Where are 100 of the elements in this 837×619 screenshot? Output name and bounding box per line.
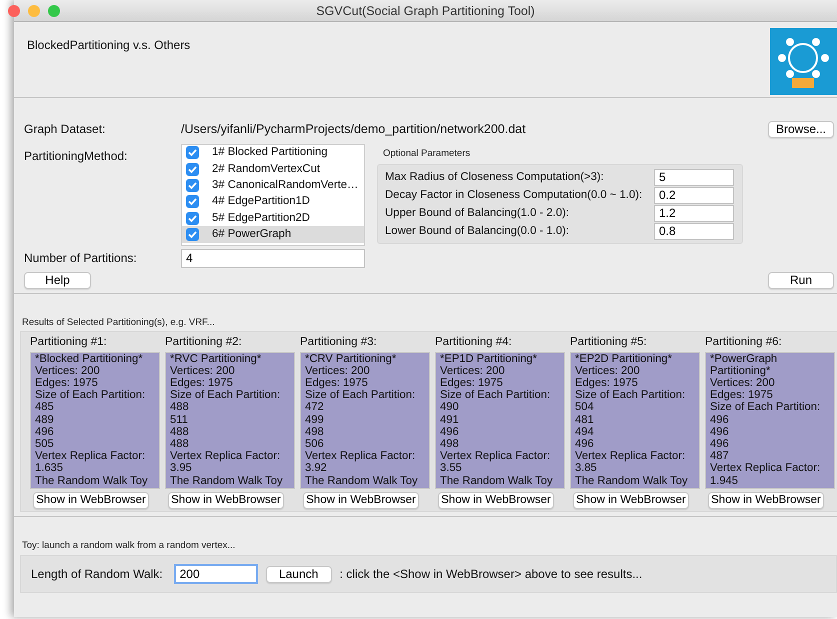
result-line: Edges: 1975 <box>710 389 774 402</box>
result-line: 494 <box>575 426 595 438</box>
field-label: Length of Random Walk: <box>31 566 163 584</box>
result-line: 3.92 <box>305 462 328 475</box>
show-in-browser-button[interactable]: Show in WebBrowser <box>33 492 149 508</box>
column-header: Partitioning #3: <box>300 335 378 350</box>
file-path: /Users/yifanli/PycharmProjects/demo_partition/network200.dat <box>181 121 527 138</box>
window-title: SGVCut(Social Graph Partitioning Tool) <box>316 4 535 18</box>
show-in-browser-button[interactable]: Show in WebBrowser <box>573 492 689 508</box>
result-line: 506 <box>305 438 325 450</box>
result-line: Vertex Replica Factor: <box>305 450 416 462</box>
show-in-browser-button[interactable]: Show in WebBrowser <box>168 492 284 508</box>
result-line: *Blocked Partitioning* <box>35 352 144 365</box>
walk-length-field[interactable]: 200 <box>174 564 258 584</box>
result-line: *RVC Partitioning* <box>170 352 262 365</box>
result-line: 487 <box>710 450 730 462</box>
result-line: 496 <box>710 426 730 438</box>
zoom-button[interactable] <box>48 5 60 17</box>
result-line: Size of Each Partition: <box>170 389 282 402</box>
result-line: The Random Walk Toy <box>305 474 419 487</box>
result-line: Vertices: 200 <box>170 364 236 377</box>
help-button[interactable]: Help <box>24 272 91 289</box>
page-heading: BlockedPartitioning v.s. Others <box>27 37 190 54</box>
result-line: The Random Walk Toy <box>575 474 689 487</box>
partitions-field[interactable]: 4 <box>181 248 365 268</box>
result-line: 498 <box>305 426 325 438</box>
result-line: *CRV Partitioning* <box>305 352 398 365</box>
result-line: 488 <box>170 401 190 414</box>
method-list-item[interactable]: 1# Blocked Partitioning <box>182 144 364 162</box>
result-line: 496 <box>440 426 460 438</box>
method-list-item[interactable]: 3# CanonicalRandomVerte… <box>182 177 364 194</box>
checkbox[interactable] <box>186 212 199 225</box>
result-line: 496 <box>710 414 730 426</box>
parameter-label: Max Radius of Closeness Computation(>3): <box>385 170 604 185</box>
parameter-label: Decay Factor in Closeness Computation(0.0 ~ 1.0): <box>385 188 642 203</box>
checkbox[interactable] <box>186 178 199 192</box>
checkbox[interactable] <box>186 195 199 208</box>
result-line: Size of Each Partition: <box>440 389 552 402</box>
result-line: 505 <box>35 438 55 450</box>
parameter-field[interactable]: 5 <box>654 168 734 186</box>
run-button[interactable]: Run <box>768 272 834 289</box>
hint-text: : click the <Show in WebBrowser> above to see results... <box>340 566 642 584</box>
column-header: Partitioning #6: <box>705 335 783 350</box>
result-line: Vertex Replica Factor: <box>35 450 146 462</box>
method-list-item[interactable]: 5# EdgePartition2D <box>182 210 364 226</box>
result-line: 498 <box>440 438 460 450</box>
result-line: Vertices: 200 <box>440 364 506 377</box>
result-line: 472 <box>305 401 325 414</box>
method-list-item[interactable]: 6# PowerGraph <box>182 226 364 243</box>
checkbox[interactable] <box>186 228 199 241</box>
result-line: 490 <box>440 401 460 414</box>
parameter-field[interactable]: 0.8 <box>654 222 734 240</box>
parameter-label: Upper Bound of Balancing(1.0 - 2.0): <box>385 206 569 221</box>
method-list-item[interactable]: 4# EdgePartition1D <box>182 194 364 210</box>
show-in-browser-button[interactable]: Show in WebBrowser <box>303 492 419 508</box>
column-header: Partitioning #2: <box>165 335 243 350</box>
browse-button[interactable]: Browse... <box>768 120 834 138</box>
result-line: *EP2D Partitioning* <box>575 352 674 365</box>
launch-button[interactable]: Launch <box>266 566 332 583</box>
result-line: 491 <box>440 414 460 426</box>
group-title: Results of Selected Partitioning(s), e.g. VRF... <box>22 316 216 330</box>
field-label: Number of Partitions: <box>24 250 138 268</box>
result-line: Vertex Replica Factor: <box>575 450 686 462</box>
result-line: 1.945 <box>710 474 739 487</box>
method-list-item[interactable]: 2# RandomVertexCut <box>182 161 364 178</box>
result-line: 481 <box>575 414 595 426</box>
result-line: Size of Each Partition: <box>305 389 416 402</box>
result-line: 504 <box>575 401 595 414</box>
result-line: Vertices: 200 <box>305 364 371 377</box>
show-in-browser-button[interactable]: Show in WebBrowser <box>438 492 554 508</box>
result-line: Size of Each Partition: <box>710 401 822 414</box>
result-line: 489 <box>35 414 55 426</box>
result-line: Vertex Replica Factor: <box>440 450 552 462</box>
result-line: Edges: 1975 <box>305 376 369 390</box>
checkbox[interactable] <box>186 146 199 160</box>
parameter-label: Lower Bound of Balancing(0.0 - 1.0): <box>385 224 569 239</box>
result-line: The Random Walk Toy <box>440 474 554 487</box>
parameter-field[interactable]: 1.2 <box>654 204 734 222</box>
result-line: 3.95 <box>170 462 193 475</box>
result-line: *EP1D Partitioning* <box>440 352 538 365</box>
show-in-browser-button[interactable]: Show in WebBrowser <box>708 492 824 508</box>
parameter-field[interactable]: 0.2 <box>654 186 734 204</box>
result-line: Edges: 1975 <box>440 376 504 390</box>
column-header: Partitioning #1: <box>30 335 108 350</box>
result-line: 488 <box>170 426 190 438</box>
result-line: The Random Walk Toy <box>170 474 284 487</box>
result-line: 1.635 <box>35 462 64 475</box>
result-line: Vertex Replica Factor: <box>170 450 282 462</box>
result-line: 488 <box>170 438 190 450</box>
result-line: 499 <box>305 414 325 426</box>
column-header: Partitioning #5: <box>570 335 648 350</box>
result-line: Vertex Replica Factor: <box>710 462 822 475</box>
result-line: Size of Each Partition: <box>575 389 686 402</box>
checkbox[interactable] <box>186 162 199 176</box>
result-line: The Random Walk Toy <box>35 474 149 487</box>
result-line: Size of Each Partition: <box>35 389 146 402</box>
result-line: *PowerGraph Partitioning* <box>710 352 778 377</box>
close-button[interactable] <box>8 5 20 17</box>
result-line: 496 <box>710 438 730 450</box>
result-line: 496 <box>575 438 595 450</box>
